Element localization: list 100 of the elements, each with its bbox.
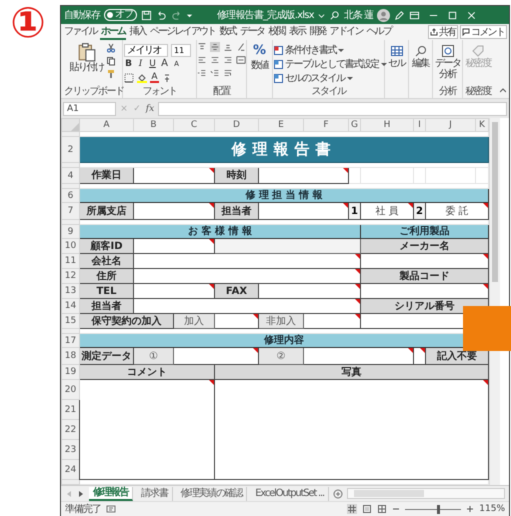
ribbon-tab[interactable]: 校閲 — [267, 24, 286, 40]
caret-icon[interactable] — [186, 12, 193, 18]
ribbon-tab[interactable]: ファイル — [63, 24, 98, 40]
formula-input[interactable] — [158, 102, 507, 116]
input-cell[interactable] — [80, 380, 214, 480]
row-header[interactable]: 17 — [62, 334, 80, 348]
number-format-button[interactable]: % 数値 — [251, 42, 268, 71]
column-header[interactable]: H — [360, 118, 414, 132]
save-icon[interactable] — [141, 10, 152, 20]
input-cell[interactable] — [304, 314, 360, 328]
cells-button[interactable]: セル — [388, 42, 405, 69]
row-header[interactable]: 11 — [62, 254, 80, 268]
input-cell[interactable] — [134, 168, 214, 184]
row-header[interactable]: 4 — [62, 168, 80, 184]
column-header[interactable]: B — [134, 118, 174, 132]
copy-icon[interactable] — [106, 56, 116, 66]
font-style-button[interactable]: B — [124, 59, 133, 69]
font-size-field[interactable]: 11 — [171, 44, 191, 56]
share-button[interactable]: 共有 — [428, 25, 458, 39]
comment-button[interactable]: コメント — [460, 25, 507, 39]
row-header[interactable]: 12 — [62, 268, 80, 284]
row-header[interactable]: 7 — [62, 202, 80, 220]
input-cell[interactable] — [134, 254, 360, 268]
format-painter-icon[interactable] — [106, 69, 116, 79]
ribbon-tab[interactable]: ページレイアウト — [148, 24, 216, 40]
style-menu-button[interactable]: セルのスタイル — [274, 72, 383, 84]
input-cell[interactable] — [304, 348, 414, 364]
input-cell[interactable] — [360, 284, 488, 298]
input-cell[interactable] — [134, 284, 214, 298]
row-header[interactable]: 9 — [62, 224, 80, 238]
borders-icon[interactable] — [124, 73, 134, 83]
text-angle-icon[interactable] — [236, 42, 246, 52]
row-header[interactable]: 13 — [62, 284, 80, 298]
undo-icon[interactable] — [156, 10, 167, 20]
input-cell[interactable] — [134, 238, 214, 254]
input-cell[interactable] — [134, 202, 214, 220]
avatar-icon[interactable] — [377, 8, 390, 22]
maximize-icon[interactable] — [447, 10, 458, 20]
style-menu-button[interactable]: テーブルとして書式設定 — [274, 58, 383, 70]
zoom-level[interactable]: 115% — [479, 504, 505, 514]
horizontal-scrollbar[interactable] — [346, 488, 505, 499]
autosave-toggle[interactable]: オフ — [104, 9, 137, 21]
collapse-ribbon-icon[interactable] — [500, 88, 506, 94]
accessibility-icon[interactable] — [106, 504, 116, 514]
ribbon-tab[interactable]: ヘルプ — [365, 24, 392, 40]
row-header[interactable]: 23 — [62, 440, 80, 460]
row-header[interactable]: 22 — [62, 420, 80, 440]
style-menu-button[interactable]: 条件付き書式 — [274, 44, 383, 56]
bottom-align-icon[interactable] — [223, 42, 233, 52]
input-cell[interactable] — [258, 202, 348, 220]
input-cell[interactable] — [258, 284, 360, 298]
ribbon-tab[interactable]: 数式 — [218, 24, 237, 40]
column-header[interactable]: E — [258, 118, 304, 132]
ribbon-tab[interactable]: 挿入 — [128, 24, 147, 40]
column-header[interactable]: D — [214, 118, 258, 132]
input-cell[interactable] — [258, 168, 348, 184]
input-cell[interactable] — [360, 254, 488, 268]
plus-icon[interactable] — [466, 505, 474, 513]
close-icon[interactable] — [466, 10, 477, 20]
caret-icon[interactable] — [318, 12, 325, 18]
align-right-icon[interactable] — [223, 55, 233, 65]
merge-cells-icon[interactable] — [236, 55, 246, 65]
row-header[interactable]: 10 — [62, 238, 80, 254]
data-analysis-button[interactable]: データ分析 — [434, 42, 461, 80]
paste-button[interactable]: 貼り付け — [70, 42, 104, 73]
row-header[interactable]: 14 — [62, 298, 80, 314]
indent-decrease-icon[interactable] — [197, 68, 207, 78]
add-sheet-icon[interactable] — [332, 488, 343, 498]
input-cell[interactable] — [214, 380, 488, 480]
ribbon-display-icon[interactable] — [409, 10, 420, 20]
next-sheet-icon[interactable] — [77, 490, 85, 498]
top-align-icon[interactable] — [197, 42, 207, 52]
search-icon[interactable] — [328, 10, 340, 20]
redo-icon[interactable] — [171, 10, 182, 20]
ribbon-tab[interactable]: 開発 — [308, 24, 327, 40]
wrap-text-icon[interactable] — [223, 68, 233, 78]
normal-view-icon[interactable] — [347, 504, 358, 514]
input-cell[interactable] — [214, 314, 258, 328]
font-name-field[interactable]: メイリオ — [124, 44, 168, 56]
font-style-button[interactable]: I — [136, 59, 145, 69]
ribbon-tab[interactable]: 表示 — [288, 24, 306, 40]
input-cell[interactable] — [134, 298, 360, 314]
fill-color-icon[interactable] — [137, 73, 147, 83]
sheet-tab[interactable]: 修理報告 — [89, 486, 134, 500]
align-center-icon[interactable] — [210, 55, 220, 65]
name-box[interactable]: A1 — [63, 102, 116, 116]
font-color-button[interactable]: A — [150, 73, 159, 83]
zoom-slider-thumb[interactable] — [436, 504, 440, 514]
row-header[interactable]: 19 — [62, 364, 80, 380]
phonetic-guide-icon[interactable] — [162, 73, 172, 83]
row-header[interactable]: 15 — [62, 314, 80, 328]
insert-function-button[interactable]: fx — [145, 104, 155, 114]
column-header[interactable]: A — [80, 118, 134, 132]
pen-icon[interactable] — [394, 10, 405, 20]
ribbon-tab[interactable]: アドイン — [328, 24, 364, 40]
font-style-button[interactable]: U — [148, 59, 157, 69]
row-header[interactable]: 18 — [62, 348, 80, 364]
align-left-icon[interactable] — [197, 55, 207, 65]
input-cell[interactable] — [174, 348, 258, 364]
middle-align-icon[interactable] — [210, 42, 220, 52]
